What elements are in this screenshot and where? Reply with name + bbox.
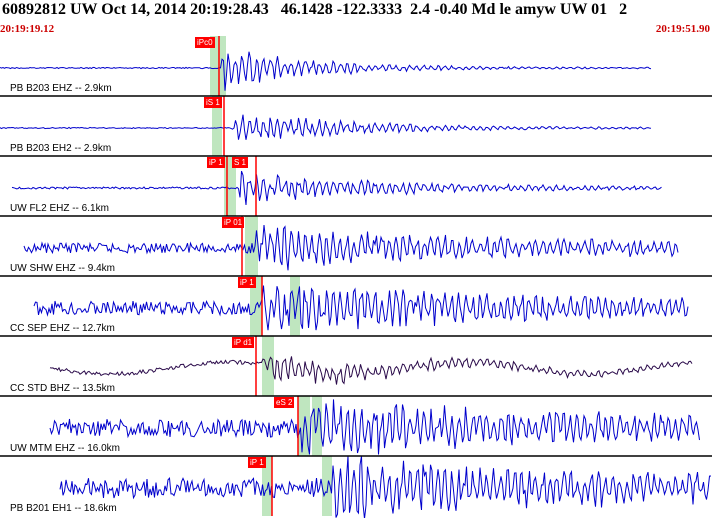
station-label: PB B201 EH1 -- 18.6km xyxy=(10,503,117,515)
station-label: CC STD BHZ -- 13.5km xyxy=(10,383,116,395)
waveform-trace[interactable] xyxy=(0,114,652,140)
end-time-label: 20:19:51.90 xyxy=(655,23,710,35)
pick-tag[interactable]: iP 01 xyxy=(222,217,245,228)
pick-tag[interactable]: eS 2 xyxy=(274,397,295,408)
station-label: CC SEP EHZ -- 12.7km xyxy=(10,323,115,335)
station-label: PB B203 EHZ -- 2.9km xyxy=(10,83,112,95)
pick-tag[interactable]: S 1 xyxy=(232,157,249,168)
pick-tag[interactable]: iP 1 xyxy=(248,457,266,468)
pick-tag[interactable]: iP d1 xyxy=(232,337,255,348)
seismogram-panel[interactable]: PB B203 EHZ -- 2.9km iPc0 PB B203 EH2 -- 2… xyxy=(0,36,712,519)
pick-tag[interactable]: iP 1 xyxy=(207,157,225,168)
waveform-trace[interactable] xyxy=(11,170,662,206)
waveform-trace[interactable] xyxy=(49,356,693,385)
station-label: UW MTM EHZ -- 16.0km xyxy=(10,443,120,455)
event-header: 60892812 UW Oct 14, 2014 20:19:28.43 46.… xyxy=(0,0,712,38)
phase-window xyxy=(290,276,300,336)
station-label: UW FL2 EHZ -- 6.1km xyxy=(10,203,109,215)
waveform-trace[interactable] xyxy=(33,285,689,331)
station-label: UW SHW EHZ -- 9.4km xyxy=(10,263,115,275)
start-time-label: 20:19:19.12 xyxy=(0,23,55,35)
pick-tag[interactable]: iS 1 xyxy=(204,97,222,108)
waveform-trace[interactable] xyxy=(49,399,700,455)
pick-tag[interactable]: iP 1 xyxy=(238,277,256,288)
waveform-trace[interactable] xyxy=(59,455,712,519)
event-title: 60892812 UW Oct 14, 2014 20:19:28.43 46.… xyxy=(2,1,628,18)
pick-tag[interactable]: iPc0 xyxy=(195,37,215,48)
station-label: PB B203 EH2 -- 2.9km xyxy=(10,143,112,155)
waveform-trace[interactable] xyxy=(23,224,679,271)
